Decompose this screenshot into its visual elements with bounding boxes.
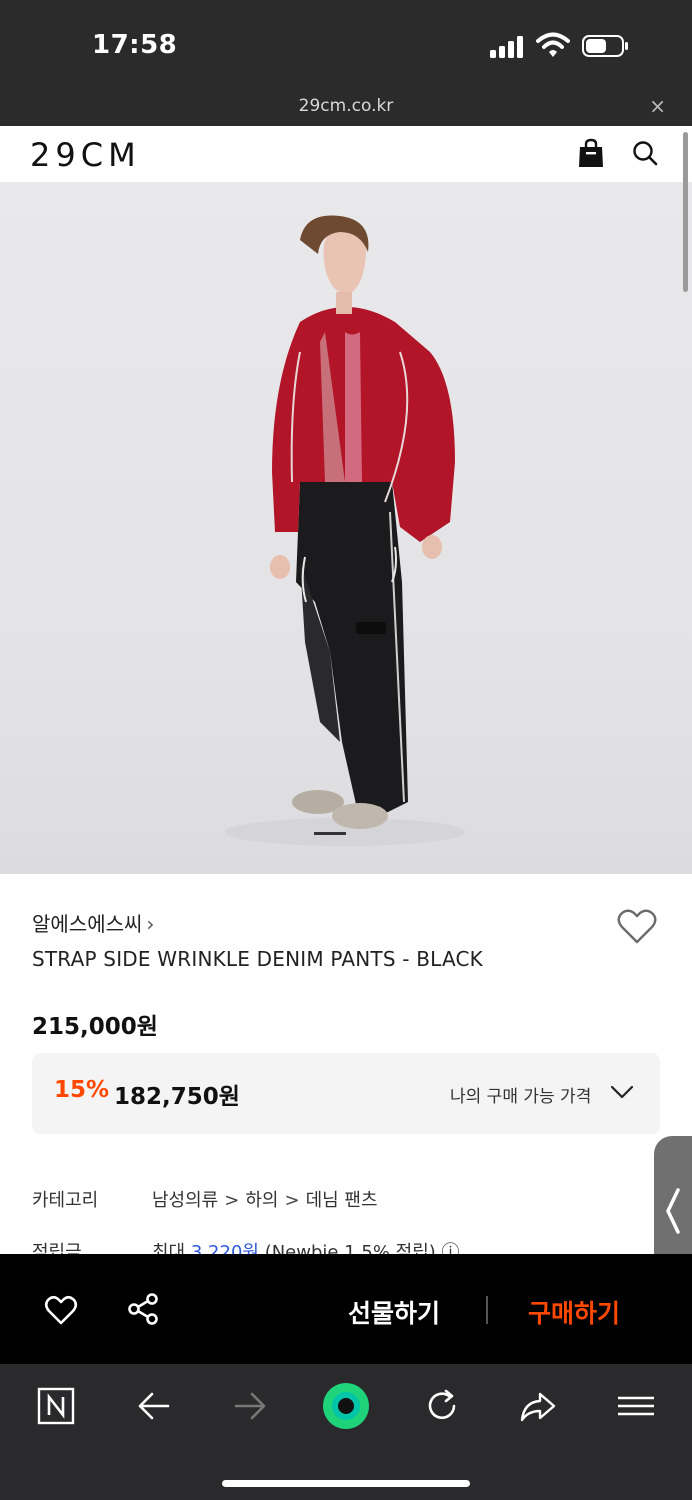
product-price: 215,000원 (32, 1014, 158, 1040)
browser-url-bar: 29cm.co.kr × (0, 92, 692, 126)
forward-arrow-icon[interactable] (230, 1386, 270, 1426)
signal-icon (490, 36, 523, 58)
wifi-icon (536, 32, 570, 57)
product-image[interactable] (0, 182, 692, 874)
category-sep: > (284, 1190, 300, 1211)
menu-icon[interactable] (616, 1386, 656, 1426)
discount-price-box[interactable]: 15% 182,750원 나의 구매 가능 가격 (32, 1053, 660, 1134)
image-pagination-active (314, 832, 346, 835)
home-indicator[interactable] (222, 1480, 470, 1487)
category-item[interactable]: 데님 팬츠 (306, 1190, 378, 1211)
naver-n-icon[interactable] (36, 1386, 76, 1426)
site-header: 29CM (0, 126, 692, 182)
wishlist-heart-icon[interactable] (616, 906, 658, 946)
chevron-down-icon[interactable] (610, 1084, 634, 1100)
share-arrow-icon[interactable] (518, 1386, 558, 1426)
heart-icon[interactable] (44, 1294, 78, 1326)
buy-button[interactable]: 구매하기 (528, 1294, 620, 1330)
bag-icon[interactable] (578, 138, 604, 168)
category-item[interactable]: 하의 (245, 1190, 278, 1211)
category-path: 남성의류 > 하의 > 데님 팬츠 (152, 1186, 378, 1212)
url-text[interactable]: 29cm.co.kr (0, 96, 692, 116)
share-icon[interactable] (126, 1292, 160, 1326)
category-label: 카테고리 (32, 1190, 99, 1211)
discount-price: 182,750원 (114, 1084, 240, 1110)
page-scrollbar[interactable] (683, 132, 688, 292)
site-logo[interactable]: 29CM (30, 136, 141, 174)
battery-icon (582, 35, 628, 57)
my-price-toggle[interactable]: 나의 구매 가능 가격 (450, 1082, 591, 1107)
gift-button[interactable]: 선물하기 (348, 1294, 440, 1330)
search-icon[interactable] (632, 140, 658, 166)
status-time: 17:58 (92, 30, 178, 60)
reload-icon[interactable] (422, 1386, 462, 1426)
product-title: STRAP SIDE WRINKLE DENIM PANTS - BLACK (32, 947, 483, 971)
image-pagination (250, 832, 440, 835)
green-home-icon[interactable] (322, 1382, 370, 1430)
brand-link[interactable]: 알에스에스씨 › (32, 908, 154, 937)
chevron-left-icon (666, 1188, 680, 1234)
category-item[interactable]: 남성의류 (152, 1190, 218, 1211)
brand-name: 알에스에스씨 (32, 912, 143, 936)
back-arrow-icon[interactable] (134, 1386, 174, 1426)
chevron-right-icon: › (146, 912, 155, 936)
status-bar: 17:58 (0, 0, 692, 92)
action-divider (486, 1296, 488, 1324)
discount-percent: 15% (54, 1077, 110, 1103)
model-illustration (225, 215, 465, 846)
category-sep: > (224, 1190, 240, 1211)
purchase-action-bar: 선물하기 구매하기 (0, 1254, 692, 1364)
close-icon[interactable]: × (649, 94, 666, 118)
